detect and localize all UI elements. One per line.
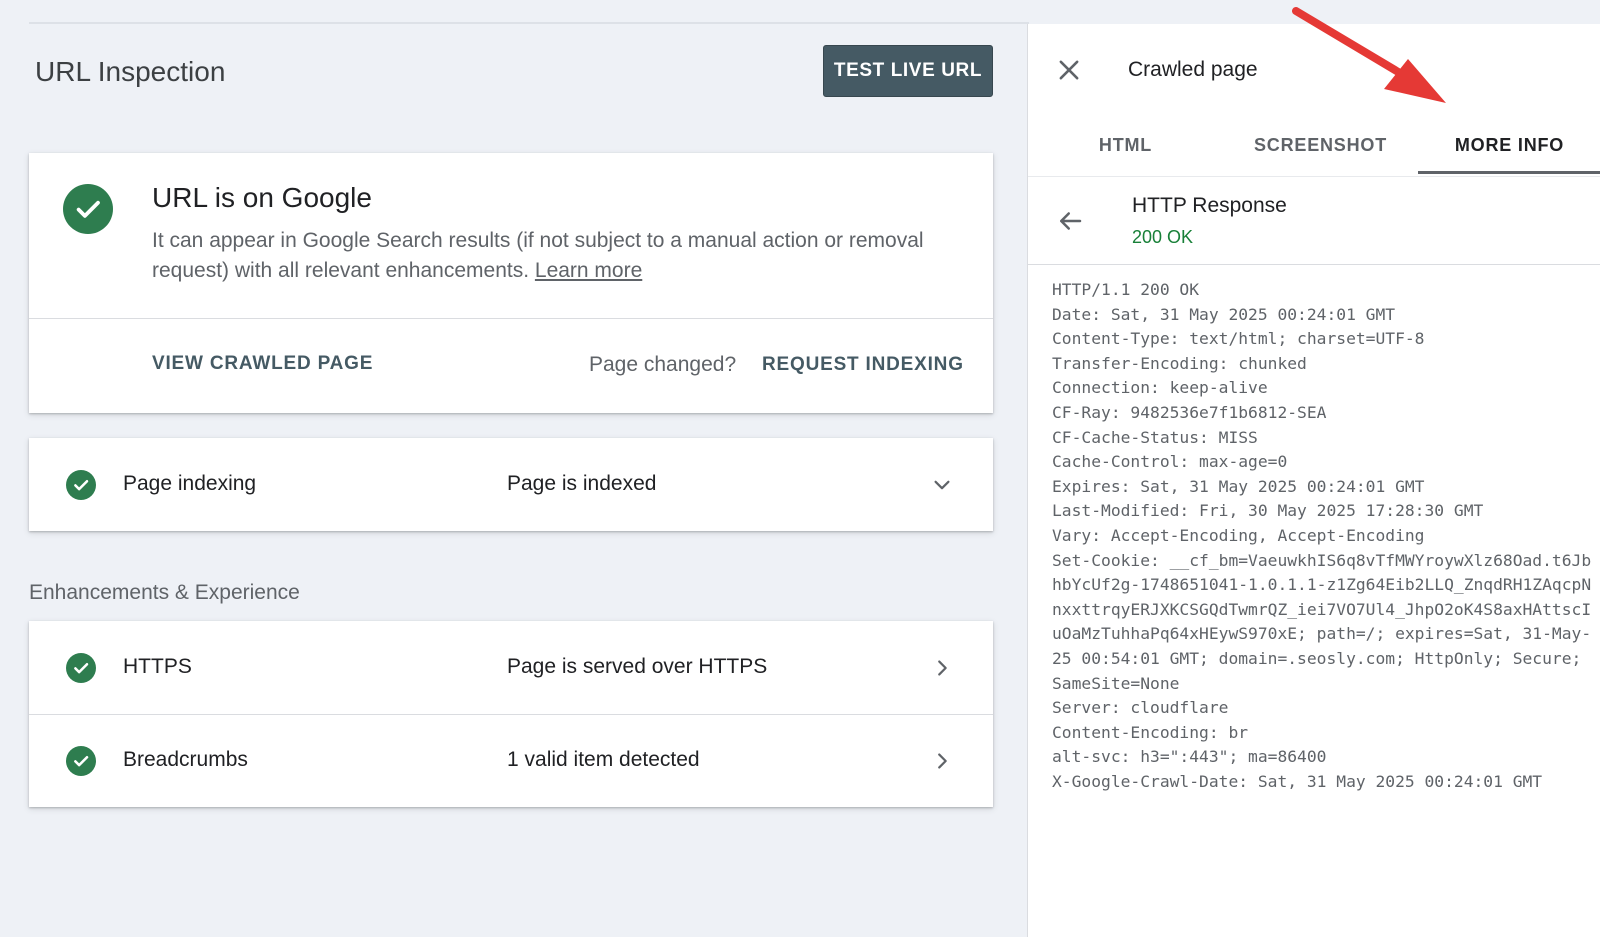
row-name: Breadcrumbs <box>123 748 248 771</box>
chevron-down-icon[interactable] <box>931 474 953 496</box>
tab-screenshot[interactable]: SCREENSHOT <box>1223 116 1418 174</box>
header-line: Content-Type: text/html; charset=UTF-8 <box>1052 329 1425 349</box>
url-status-card: URL is on Google It can appear in Google… <box>29 153 993 413</box>
page-changed-label: Page changed? <box>589 353 737 376</box>
response-title: HTTP Response <box>1132 194 1287 217</box>
row-status: 1 valid item detected <box>507 748 700 771</box>
active-tab-indicator <box>1418 171 1600 174</box>
header-line: Cache-Control: max-age=0 <box>1052 452 1288 472</box>
panel-title: Crawled page <box>1128 58 1258 81</box>
check-circle-icon <box>66 746 96 776</box>
header-line: Date: Sat, 31 May 2025 00:24:01 GMT <box>1052 304 1396 324</box>
header-line: HTTP/1.1 200 OK <box>1052 280 1200 299</box>
arrow-back-icon[interactable] <box>1055 206 1085 236</box>
header-line: Expires: Sat, 31 May 2025 00:24:01 GMT <box>1052 476 1425 496</box>
learn-more-link[interactable]: Learn more <box>535 259 642 282</box>
crawled-page-panel: Crawled page HTML SCREENSHOT MORE INFO H… <box>1027 24 1600 937</box>
row-status: Page is served over HTTPS <box>507 655 768 678</box>
row-name: HTTPS <box>123 655 192 678</box>
response-status: 200 OK <box>1132 227 1194 247</box>
divider <box>29 318 993 319</box>
panel-tabs: HTML SCREENSHOT MORE INFO <box>1028 116 1600 174</box>
header-line: Server: cloudflare <box>1052 698 1229 718</box>
tab-more-info[interactable]: MORE INFO <box>1418 116 1600 174</box>
header-line: Vary: Accept-Encoding, Accept-Encoding <box>1052 525 1425 545</box>
enhancement-row-breadcrumbs[interactable]: Breadcrumbs 1 valid item detected <box>29 714 993 807</box>
header-line: CF-Cache-Status: MISS <box>1052 427 1258 447</box>
page-title: URL Inspection <box>35 56 226 87</box>
header-line: Set-Cookie: __cf_bm=VaeuwkhIS6q8vTfMWYro… <box>1052 550 1592 693</box>
divider <box>1028 264 1600 265</box>
page-indexing-card: Page indexing Page is indexed <box>29 438 993 531</box>
enhancement-row-https[interactable]: HTTPS Page is served over HTTPS <box>29 621 993 715</box>
header-line: X-Google-Crawl-Date: Sat, 31 May 2025 00… <box>1052 771 1543 791</box>
header-line: Connection: keep-alive <box>1052 378 1268 398</box>
header-line: CF-Ray: 9482536e7f1b6812-SEA <box>1052 402 1327 422</box>
inspection-pane: URL Inspection TEST LIVE URL URL is on G… <box>0 0 1026 937</box>
section-heading: Enhancements & Experience <box>29 581 300 604</box>
close-icon[interactable] <box>1055 56 1083 84</box>
header-line: alt-svc: h3=":443"; ma=86400 <box>1052 747 1327 767</box>
request-indexing-button[interactable]: REQUEST INDEXING <box>762 354 964 376</box>
tab-html[interactable]: HTML <box>1028 116 1223 174</box>
http-headers: HTTP/1.1 200 OK Date: Sat, 31 May 2025 00… <box>1052 278 1592 794</box>
header-line: Content-Encoding: br <box>1052 722 1249 742</box>
page-indexing-row[interactable]: Page indexing Page is indexed <box>29 438 993 531</box>
divider <box>1028 176 1600 177</box>
header-line: Last-Modified: Fri, 30 May 2025 17:28:30… <box>1052 501 1484 521</box>
chevron-right-icon[interactable] <box>931 657 953 679</box>
test-live-url-button[interactable]: TEST LIVE URL <box>823 45 993 97</box>
check-circle-icon <box>63 184 113 234</box>
status-title: URL is on Google <box>152 182 372 213</box>
chevron-right-icon[interactable] <box>931 750 953 772</box>
view-crawled-page-button[interactable]: VIEW CRAWLED PAGE <box>152 353 373 375</box>
check-circle-icon <box>66 470 96 500</box>
status-description: It can appear in Google Search results (… <box>152 226 972 286</box>
row-name: Page indexing <box>123 472 257 495</box>
enhancements-card: HTTPS Page is served over HTTPS Breadcru… <box>29 621 993 807</box>
header-line: Transfer-Encoding: chunked <box>1052 353 1307 373</box>
check-circle-icon <box>66 653 96 683</box>
row-status: Page is indexed <box>507 472 657 495</box>
